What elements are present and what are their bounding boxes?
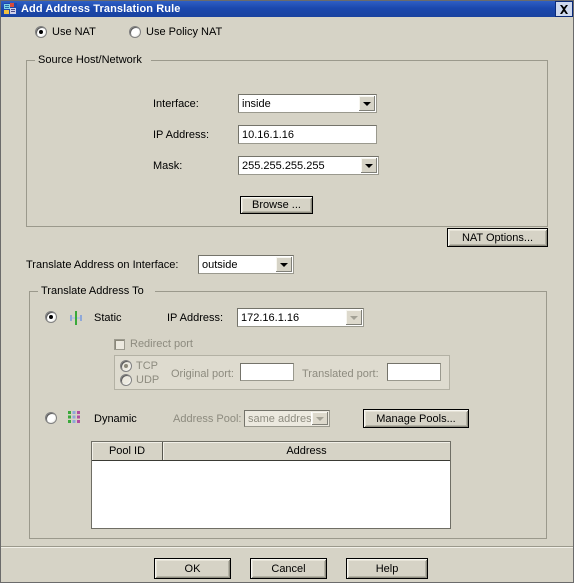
pool-table-body[interactable] — [92, 461, 450, 528]
static-radio-row[interactable] — [45, 311, 57, 323]
original-port-label: Original port: — [171, 368, 234, 380]
translated-port-input[interactable] — [387, 363, 441, 381]
interface-value: inside — [242, 97, 271, 110]
ok-button[interactable]: OK — [154, 558, 231, 579]
translate-interface-label: Translate Address on Interface: — [26, 259, 179, 271]
pool-table[interactable]: Pool ID Address — [91, 441, 451, 529]
use-nat-radio[interactable] — [35, 26, 47, 38]
tcp-label: TCP — [136, 360, 158, 372]
redirect-port-label: Redirect port — [130, 338, 193, 350]
chevron-down-icon[interactable] — [360, 158, 377, 173]
address-pool-label: Address Pool: — [173, 413, 242, 425]
interface-dropdown[interactable]: inside — [238, 94, 377, 113]
translate-address-to-title: Translate Address To — [41, 285, 144, 297]
static-ip-dropdown[interactable]: 172.16.1.16 — [237, 308, 364, 327]
chevron-down-icon[interactable] — [311, 412, 328, 425]
source-ip-input[interactable]: 10.16.1.16 — [238, 125, 377, 144]
mask-dropdown[interactable]: 255.255.255.255 — [238, 156, 379, 175]
translate-interface-value: outside — [202, 258, 238, 271]
pool-table-col-address[interactable]: Address — [162, 442, 450, 460]
use-policy-nat-radio-row[interactable]: Use Policy NAT — [129, 26, 222, 38]
source-ip-label: IP Address: — [153, 129, 210, 141]
cancel-button[interactable]: Cancel — [250, 558, 327, 579]
chevron-down-icon[interactable] — [345, 310, 362, 325]
app-icon — [4, 3, 17, 15]
title-bar: Add Address Translation Rule — [1, 1, 573, 17]
udp-radio-row[interactable]: UDP — [120, 374, 159, 386]
static-radio[interactable] — [45, 311, 57, 323]
address-pool-value: same address — [248, 412, 311, 425]
interface-label: Interface: — [153, 98, 199, 110]
udp-label: UDP — [136, 374, 160, 386]
window-title: Add Address Translation Rule — [21, 3, 181, 15]
redirect-port-checkbox-row[interactable]: Redirect port — [114, 338, 193, 350]
help-button[interactable]: Help — [346, 558, 428, 579]
static-label: Static — [94, 312, 122, 324]
original-port-input[interactable] — [240, 363, 294, 381]
dynamic-label: Dynamic — [94, 413, 137, 425]
dynamic-radio[interactable] — [45, 412, 57, 424]
tcp-radio-row[interactable]: TCP — [120, 360, 158, 372]
pool-table-header: Pool ID Address — [92, 442, 450, 461]
close-icon[interactable] — [555, 1, 573, 17]
mask-value: 255.255.255.255 — [242, 159, 325, 172]
mask-label: Mask: — [153, 160, 183, 172]
nat-options-button[interactable]: NAT Options... — [447, 228, 548, 247]
pool-table-col-pool-id[interactable]: Pool ID — [92, 442, 162, 460]
manage-pools-button[interactable]: Manage Pools... — [363, 409, 469, 428]
static-ip-label: IP Address: — [167, 312, 224, 324]
use-policy-nat-radio[interactable] — [129, 26, 141, 38]
translated-port-label: Translated port: — [302, 368, 379, 380]
footer-separator — [1, 546, 573, 548]
use-nat-radio-row[interactable]: Use NAT — [35, 26, 96, 38]
chevron-down-icon[interactable] — [275, 257, 292, 272]
source-host-network-title: Source Host/Network — [38, 54, 142, 66]
address-pool-dropdown[interactable]: same address — [244, 410, 330, 427]
use-policy-nat-label: Use Policy NAT — [146, 26, 223, 38]
chevron-down-icon[interactable] — [358, 96, 375, 111]
redirect-port-checkbox[interactable] — [114, 338, 125, 350]
dialog-add-address-translation-rule: Add Address Translation Rule Use NAT Use… — [0, 0, 574, 583]
use-nat-label: Use NAT — [52, 26, 96, 38]
translate-interface-dropdown[interactable]: outside — [198, 255, 294, 274]
browse-button[interactable]: Browse ... — [240, 196, 313, 214]
static-ip-value: 172.16.1.16 — [241, 311, 300, 324]
static-nat-icon — [68, 311, 84, 325]
dynamic-radio-row[interactable] — [45, 412, 57, 424]
dynamic-nat-icon — [67, 410, 83, 425]
udp-radio[interactable] — [120, 374, 132, 386]
tcp-radio[interactable] — [120, 360, 132, 372]
